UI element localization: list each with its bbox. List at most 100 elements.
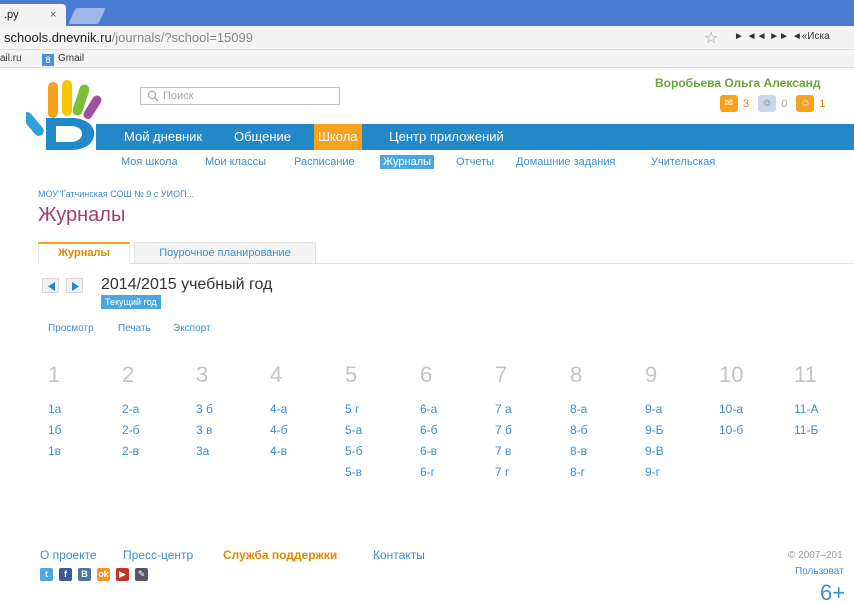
nav-school[interactable]: Школа bbox=[314, 124, 362, 150]
subnav-reports[interactable]: Отчеты bbox=[456, 156, 494, 168]
footer-about-link[interactable]: О проекте bbox=[40, 548, 97, 562]
grade-number: 2 bbox=[122, 362, 135, 387]
subnav-schedule[interactable]: Расписание bbox=[294, 156, 355, 168]
subnav-teachers-room[interactable]: Учительская bbox=[651, 156, 715, 168]
dnevnik-logo[interactable] bbox=[26, 80, 106, 150]
pen-icon[interactable]: ✎ bbox=[135, 568, 148, 581]
export-link[interactable]: Экспорт bbox=[173, 323, 211, 334]
class-link[interactable]: 3 в bbox=[196, 423, 266, 444]
class-link[interactable]: 6-а bbox=[420, 402, 490, 423]
next-year-button[interactable] bbox=[66, 278, 83, 293]
class-link[interactable]: 7 б bbox=[495, 423, 565, 444]
main-navigation: Мой дневник Общение Школа Центр приложен… bbox=[96, 124, 854, 150]
breadcrumb[interactable]: МОУ"Гатчинская СОШ № 9 с УИОП... bbox=[38, 189, 194, 199]
nav-communication[interactable]: Общение bbox=[234, 124, 291, 150]
view-link[interactable]: Просмотр bbox=[48, 323, 94, 334]
grade-number: 4 bbox=[270, 362, 283, 387]
footer-user-link[interactable]: Пользоват bbox=[795, 566, 844, 577]
class-link[interactable]: 2-а bbox=[122, 402, 192, 423]
footer-press-link[interactable]: Пресс-центр bbox=[123, 548, 193, 562]
class-link[interactable]: 2-в bbox=[122, 444, 192, 465]
class-link[interactable]: 5 г bbox=[345, 402, 415, 423]
media-controls[interactable]: ► ◄◄ ►► ◄«Иска bbox=[734, 31, 830, 42]
bookmark-mailru[interactable]: ail.ru bbox=[0, 50, 22, 68]
class-link[interactable]: 9-Б bbox=[645, 423, 715, 444]
vkontakte-icon[interactable]: B bbox=[78, 568, 91, 581]
class-link[interactable]: 7 в bbox=[495, 444, 565, 465]
mail-icon[interactable]: ✉ bbox=[720, 95, 738, 112]
class-link[interactable]: 1в bbox=[48, 444, 118, 465]
class-link[interactable]: 7 а bbox=[495, 402, 565, 423]
class-link[interactable]: 10-а bbox=[719, 402, 789, 423]
grade-column: 7 7 а7 б7 в7 г bbox=[495, 362, 565, 486]
bookmark-gmail[interactable]: 8 Gmail bbox=[42, 50, 84, 68]
class-link[interactable]: 8-в bbox=[570, 444, 640, 465]
browser-tab-title: .py bbox=[4, 9, 19, 21]
class-link[interactable]: 6-б bbox=[420, 423, 490, 444]
class-link[interactable]: 7 г bbox=[495, 465, 565, 486]
class-link[interactable]: 9-В bbox=[645, 444, 715, 465]
age-rating: 6+ bbox=[820, 580, 846, 604]
url-path: /journals/?school=15099 bbox=[111, 30, 253, 45]
new-tab-button[interactable] bbox=[68, 8, 106, 24]
gmail-icon: 8 bbox=[42, 54, 54, 66]
class-link[interactable]: 8-б bbox=[570, 423, 640, 444]
grade-column: 6 6-а 6-б 6-в 6-г bbox=[420, 362, 490, 486]
class-link[interactable]: 6-г bbox=[420, 465, 490, 486]
prev-year-button[interactable] bbox=[42, 278, 59, 293]
class-link[interactable]: 1а bbox=[48, 402, 118, 423]
people-icon[interactable]: ☺ bbox=[796, 95, 815, 112]
class-link[interactable]: 8-г bbox=[570, 465, 640, 486]
subnav-my-classes[interactable]: Мои классы bbox=[205, 156, 266, 168]
class-link[interactable]: 4-б bbox=[270, 423, 340, 444]
class-link[interactable]: 11-Б bbox=[794, 423, 854, 444]
odnoklassniki-icon[interactable]: ok bbox=[97, 568, 110, 581]
class-link[interactable]: 10-б bbox=[719, 423, 789, 444]
nav-my-diary[interactable]: Мой дневник bbox=[124, 124, 202, 150]
twitter-icon[interactable]: t bbox=[40, 568, 53, 581]
subnav-my-school[interactable]: Моя школа bbox=[121, 156, 178, 168]
nav-app-center[interactable]: Центр приложений bbox=[389, 124, 504, 150]
subnav-journals[interactable]: Журналы bbox=[380, 155, 435, 169]
footer-support-link[interactable]: Служба поддержки bbox=[223, 548, 337, 562]
footer-contacts-link[interactable]: Контакты bbox=[373, 548, 425, 562]
current-year-badge: Текущий год bbox=[101, 295, 161, 309]
class-link[interactable]: 5-в bbox=[345, 465, 415, 486]
class-link[interactable]: 4-а bbox=[270, 402, 340, 423]
logo-finger-yellow bbox=[62, 80, 72, 116]
class-link[interactable]: 5-а bbox=[345, 423, 415, 444]
user-name-link[interactable]: Воробьева Ольга Александ bbox=[655, 76, 821, 90]
class-link[interactable]: 9-г bbox=[645, 465, 715, 486]
browser-tab[interactable]: .py × bbox=[0, 4, 66, 26]
class-link[interactable]: 1б bbox=[48, 423, 118, 444]
person-icon[interactable]: ☺ bbox=[758, 95, 777, 112]
tab-lesson-planning[interactable]: Поурочное планирование bbox=[134, 242, 316, 264]
class-link[interactable]: 2-б bbox=[122, 423, 192, 444]
close-tab-icon[interactable]: × bbox=[50, 4, 56, 26]
print-link[interactable]: Печать bbox=[118, 323, 151, 334]
class-link[interactable]: 6-в bbox=[420, 444, 490, 465]
class-link[interactable]: 9-а bbox=[645, 402, 715, 423]
facebook-icon[interactable]: f bbox=[59, 568, 72, 581]
browser-tab-bar: .py × bbox=[0, 0, 854, 26]
class-link[interactable]: 5-б bbox=[345, 444, 415, 465]
search-box[interactable] bbox=[140, 87, 340, 105]
grade-number: 7 bbox=[495, 362, 508, 387]
grade-column: 10 10-а 10-б bbox=[719, 362, 789, 444]
class-link[interactable]: 11-А bbox=[794, 402, 854, 423]
tab-journals[interactable]: Журналы bbox=[38, 242, 130, 264]
bookmark-star-icon[interactable]: ☆ bbox=[704, 28, 718, 48]
class-link[interactable]: 8-а bbox=[570, 402, 640, 423]
address-bar[interactable]: schools.dnevnik.ru/journals/?school=1509… bbox=[0, 26, 854, 50]
class-link[interactable]: 3 б bbox=[196, 402, 266, 423]
youtube-icon[interactable]: ▶ bbox=[116, 568, 129, 581]
search-input[interactable] bbox=[163, 88, 333, 104]
grade-column: 3 3 б3 в 3а bbox=[196, 362, 266, 465]
class-link[interactable]: 3а bbox=[196, 444, 266, 465]
class-link[interactable]: 4-в bbox=[270, 444, 340, 465]
person-count: 0 bbox=[781, 97, 788, 110]
url-field[interactable]: schools.dnevnik.ru/journals/?school=1509… bbox=[4, 30, 253, 45]
content-tabs: Журналы Поурочное планирование bbox=[38, 242, 854, 264]
subnav-homework[interactable]: Домашние задания bbox=[516, 156, 615, 168]
page-title: Журналы bbox=[38, 204, 126, 226]
